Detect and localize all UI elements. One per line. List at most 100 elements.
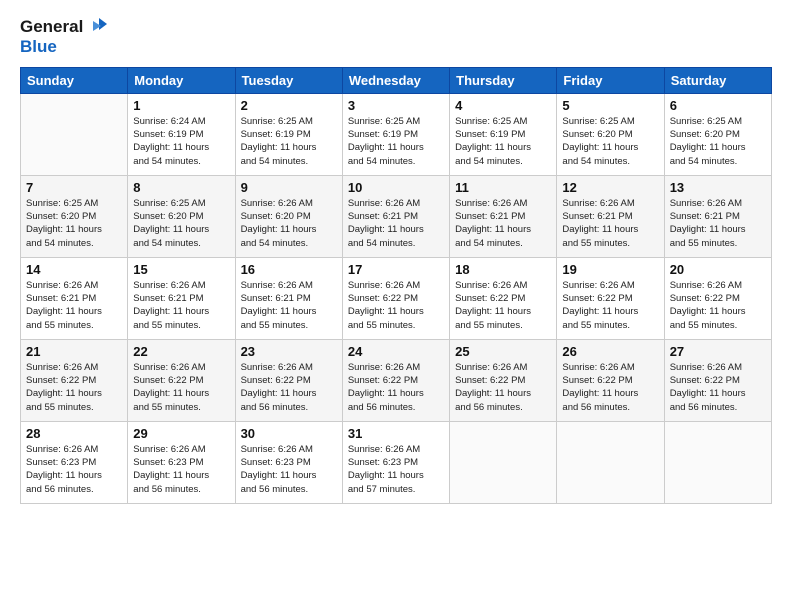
day-number: 16: [241, 262, 337, 277]
calendar-cell: [450, 421, 557, 503]
day-number: 3: [348, 98, 444, 113]
day-number: 25: [455, 344, 551, 359]
day-info: Sunrise: 6:26 AM Sunset: 6:20 PM Dayligh…: [241, 197, 337, 250]
day-number: 13: [670, 180, 766, 195]
day-number: 2: [241, 98, 337, 113]
day-number: 7: [26, 180, 122, 195]
day-info: Sunrise: 6:26 AM Sunset: 6:22 PM Dayligh…: [455, 279, 551, 332]
calendar-cell: 7 Sunrise: 6:25 AM Sunset: 6:20 PM Daylig…: [21, 175, 128, 257]
day-info: Sunrise: 6:26 AM Sunset: 6:21 PM Dayligh…: [670, 197, 766, 250]
calendar-cell: 19 Sunrise: 6:26 AM Sunset: 6:22 PM Dayli…: [557, 257, 664, 339]
day-info: Sunrise: 6:26 AM Sunset: 6:21 PM Dayligh…: [455, 197, 551, 250]
header: General Blue: [20, 16, 772, 57]
week-row-5: 28 Sunrise: 6:26 AM Sunset: 6:23 PM Dayli…: [21, 421, 772, 503]
day-number: 27: [670, 344, 766, 359]
logo-bird-icon: [85, 16, 107, 38]
day-number: 24: [348, 344, 444, 359]
day-info: Sunrise: 6:26 AM Sunset: 6:22 PM Dayligh…: [348, 361, 444, 414]
calendar-cell: 3 Sunrise: 6:25 AM Sunset: 6:19 PM Daylig…: [342, 93, 449, 175]
day-number: 5: [562, 98, 658, 113]
logo-container: General Blue: [20, 16, 107, 57]
day-number: 23: [241, 344, 337, 359]
day-info: Sunrise: 6:26 AM Sunset: 6:23 PM Dayligh…: [348, 443, 444, 496]
logo-general: General: [20, 18, 83, 37]
day-info: Sunrise: 6:26 AM Sunset: 6:21 PM Dayligh…: [348, 197, 444, 250]
calendar-cell: 29 Sunrise: 6:26 AM Sunset: 6:23 PM Dayli…: [128, 421, 235, 503]
calendar-cell: [21, 93, 128, 175]
day-number: 9: [241, 180, 337, 195]
day-number: 22: [133, 344, 229, 359]
day-info: Sunrise: 6:26 AM Sunset: 6:22 PM Dayligh…: [348, 279, 444, 332]
day-info: Sunrise: 6:26 AM Sunset: 6:22 PM Dayligh…: [26, 361, 122, 414]
day-number: 29: [133, 426, 229, 441]
col-header-friday: Friday: [557, 67, 664, 93]
day-number: 12: [562, 180, 658, 195]
day-number: 8: [133, 180, 229, 195]
day-number: 11: [455, 180, 551, 195]
calendar-cell: 28Sunrise: 6:26 AM Sunset: 6:23 PM Dayli…: [21, 421, 128, 503]
logo: General Blue: [20, 16, 107, 57]
day-number: 28: [26, 426, 122, 441]
calendar-cell: [557, 421, 664, 503]
day-number: 15: [133, 262, 229, 277]
day-info: Sunrise: 6:25 AM Sunset: 6:20 PM Dayligh…: [133, 197, 229, 250]
calendar-cell: 1 Sunrise: 6:24 AM Sunset: 6:19 PM Daylig…: [128, 93, 235, 175]
calendar-cell: 16 Sunrise: 6:26 AM Sunset: 6:21 PM Dayli…: [235, 257, 342, 339]
day-info: Sunrise: 6:26 AM Sunset: 6:22 PM Dayligh…: [562, 279, 658, 332]
page: General Blue SundayMondayTuesdayWednesda…: [0, 0, 792, 612]
day-number: 30: [241, 426, 337, 441]
calendar-cell: 5 Sunrise: 6:25 AM Sunset: 6:20 PM Daylig…: [557, 93, 664, 175]
day-info: Sunrise: 6:25 AM Sunset: 6:19 PM Dayligh…: [241, 115, 337, 168]
calendar-table: SundayMondayTuesdayWednesdayThursdayFrid…: [20, 67, 772, 504]
day-info: Sunrise: 6:26 AM Sunset: 6:21 PM Dayligh…: [133, 279, 229, 332]
day-number: 19: [562, 262, 658, 277]
calendar-cell: 22 Sunrise: 6:26 AM Sunset: 6:22 PM Dayli…: [128, 339, 235, 421]
col-header-tuesday: Tuesday: [235, 67, 342, 93]
calendar-cell: 15 Sunrise: 6:26 AM Sunset: 6:21 PM Dayli…: [128, 257, 235, 339]
calendar-cell: 8 Sunrise: 6:25 AM Sunset: 6:20 PM Daylig…: [128, 175, 235, 257]
day-number: 17: [348, 262, 444, 277]
day-info: Sunrise: 6:26 AM Sunset: 6:21 PM Dayligh…: [241, 279, 337, 332]
day-number: 10: [348, 180, 444, 195]
day-info: Sunrise: 6:25 AM Sunset: 6:19 PM Dayligh…: [455, 115, 551, 168]
day-info: Sunrise: 6:26 AM Sunset: 6:22 PM Dayligh…: [133, 361, 229, 414]
calendar-header-row: SundayMondayTuesdayWednesdayThursdayFrid…: [21, 67, 772, 93]
calendar-cell: 31Sunrise: 6:26 AM Sunset: 6:23 PM Dayli…: [342, 421, 449, 503]
day-number: 14: [26, 262, 122, 277]
day-number: 18: [455, 262, 551, 277]
col-header-wednesday: Wednesday: [342, 67, 449, 93]
col-header-sunday: Sunday: [21, 67, 128, 93]
day-number: 1: [133, 98, 229, 113]
calendar-cell: 13 Sunrise: 6:26 AM Sunset: 6:21 PM Dayli…: [664, 175, 771, 257]
col-header-thursday: Thursday: [450, 67, 557, 93]
day-info: Sunrise: 6:25 AM Sunset: 6:20 PM Dayligh…: [670, 115, 766, 168]
calendar-cell: 25 Sunrise: 6:26 AM Sunset: 6:22 PM Dayli…: [450, 339, 557, 421]
day-info: Sunrise: 6:26 AM Sunset: 6:23 PM Dayligh…: [241, 443, 337, 496]
day-info: Sunrise: 6:26 AM Sunset: 6:22 PM Dayligh…: [455, 361, 551, 414]
calendar-cell: 18 Sunrise: 6:26 AM Sunset: 6:22 PM Dayli…: [450, 257, 557, 339]
day-info: Sunrise: 6:25 AM Sunset: 6:20 PM Dayligh…: [562, 115, 658, 168]
day-number: 20: [670, 262, 766, 277]
calendar-cell: 2 Sunrise: 6:25 AM Sunset: 6:19 PM Daylig…: [235, 93, 342, 175]
day-number: 4: [455, 98, 551, 113]
calendar-cell: 30 Sunrise: 6:26 AM Sunset: 6:23 PM Dayli…: [235, 421, 342, 503]
col-header-saturday: Saturday: [664, 67, 771, 93]
calendar-cell: 4 Sunrise: 6:25 AM Sunset: 6:19 PM Daylig…: [450, 93, 557, 175]
day-info: Sunrise: 6:26 AM Sunset: 6:22 PM Dayligh…: [670, 279, 766, 332]
logo-blue: Blue: [20, 38, 107, 57]
day-info: Sunrise: 6:24 AM Sunset: 6:19 PM Dayligh…: [133, 115, 229, 168]
calendar-cell: 12Sunrise: 6:26 AM Sunset: 6:21 PM Dayli…: [557, 175, 664, 257]
day-info: Sunrise: 6:26 AM Sunset: 6:23 PM Dayligh…: [133, 443, 229, 496]
week-row-2: 7 Sunrise: 6:25 AM Sunset: 6:20 PM Daylig…: [21, 175, 772, 257]
calendar-cell: 20 Sunrise: 6:26 AM Sunset: 6:22 PM Dayli…: [664, 257, 771, 339]
day-number: 6: [670, 98, 766, 113]
calendar-cell: 24 Sunrise: 6:26 AM Sunset: 6:22 PM Dayli…: [342, 339, 449, 421]
calendar-cell: 26Sunrise: 6:26 AM Sunset: 6:22 PM Dayli…: [557, 339, 664, 421]
day-info: Sunrise: 6:25 AM Sunset: 6:20 PM Dayligh…: [26, 197, 122, 250]
day-info: Sunrise: 6:25 AM Sunset: 6:19 PM Dayligh…: [348, 115, 444, 168]
calendar-cell: 11 Sunrise: 6:26 AM Sunset: 6:21 PM Dayli…: [450, 175, 557, 257]
day-info: Sunrise: 6:26 AM Sunset: 6:22 PM Dayligh…: [241, 361, 337, 414]
day-info: Sunrise: 6:26 AM Sunset: 6:22 PM Dayligh…: [670, 361, 766, 414]
week-row-1: 1 Sunrise: 6:24 AM Sunset: 6:19 PM Daylig…: [21, 93, 772, 175]
calendar-cell: [664, 421, 771, 503]
